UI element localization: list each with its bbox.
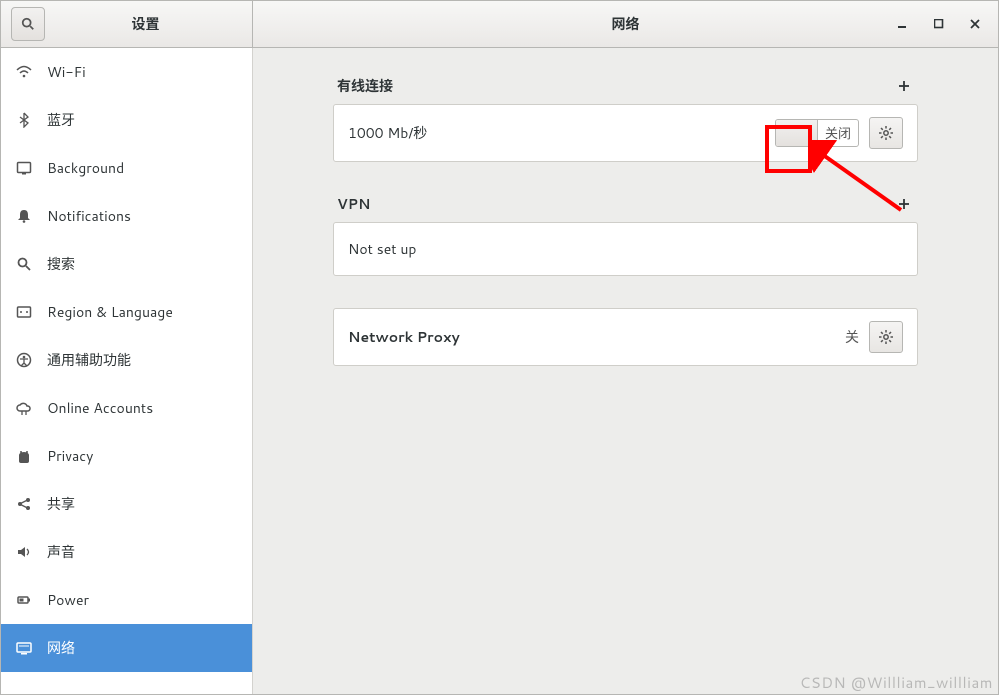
titlebar-left: 设置 xyxy=(1,1,253,47)
wired-section-title: 有线连接 xyxy=(337,76,894,96)
vpn-section-title: VPN xyxy=(337,194,894,214)
sidebar-item-label: Online Accounts xyxy=(47,398,153,418)
titlebar-search-button[interactable] xyxy=(11,7,45,41)
proxy-settings-button[interactable] xyxy=(869,321,903,353)
titlebar-right: 网络 xyxy=(253,1,998,47)
sound-icon xyxy=(15,543,33,561)
accessibility-icon xyxy=(15,351,33,369)
wired-toggle-switch[interactable]: 关闭 xyxy=(775,119,859,147)
minimize-icon xyxy=(898,19,908,29)
sidebar-item-label: 搜索 xyxy=(47,254,75,274)
sidebar-item-label: 共享 xyxy=(47,494,75,514)
sidebar-item-label: Notifications xyxy=(47,206,131,226)
vpn-section-header: VPN xyxy=(333,194,918,214)
sidebar-item-label: Privacy xyxy=(47,446,93,466)
gear-icon xyxy=(878,329,894,345)
proxy-status: 关 xyxy=(845,327,859,347)
settings-window: 设置 网络 Wi-Fi xyxy=(0,0,999,695)
sidebar-item-notifications[interactable]: Notifications xyxy=(1,192,252,240)
sidebar-item-label: Wi-Fi xyxy=(47,62,86,82)
sidebar-item-label: Region & Language xyxy=(47,302,173,322)
wired-settings-button[interactable] xyxy=(869,117,903,149)
sidebar: Wi-Fi 蓝牙 Background Notifications 搜索 Reg… xyxy=(1,48,253,694)
background-icon xyxy=(15,159,33,177)
sidebar-item-network[interactable]: 网络 xyxy=(1,624,252,672)
sidebar-item-label: 通用辅助功能 xyxy=(47,350,131,370)
sidebar-item-sharing[interactable]: 共享 xyxy=(1,480,252,528)
sidebar-item-background[interactable]: Background xyxy=(1,144,252,192)
sidebar-item-sound[interactable]: 声音 xyxy=(1,528,252,576)
proxy-row: Network Proxy 关 xyxy=(334,309,917,365)
proxy-label: Network Proxy xyxy=(348,327,845,347)
bluetooth-icon xyxy=(15,111,33,129)
proxy-panel: Network Proxy 关 xyxy=(333,308,918,366)
maximize-icon xyxy=(934,19,944,29)
wired-add-button[interactable] xyxy=(894,76,914,96)
switch-off-label: 关闭 xyxy=(818,120,858,146)
wired-panel: 1000 Mb/秒 关闭 xyxy=(333,104,918,162)
share-icon xyxy=(15,495,33,513)
plus-icon xyxy=(898,80,910,92)
power-icon xyxy=(15,591,33,609)
sidebar-item-search[interactable]: 搜索 xyxy=(1,240,252,288)
region-icon xyxy=(15,303,33,321)
bell-icon xyxy=(15,207,33,225)
sidebar-item-label: 网络 xyxy=(47,638,75,658)
vpn-status-label: Not set up xyxy=(348,239,903,259)
sidebar-item-label: Background xyxy=(47,158,124,178)
sidebar-item-accessibility[interactable]: 通用辅助功能 xyxy=(1,336,252,384)
sidebar-item-online-accounts[interactable]: Online Accounts xyxy=(1,384,252,432)
privacy-icon xyxy=(15,447,33,465)
sidebar-item-wifi[interactable]: Wi-Fi xyxy=(1,48,252,96)
wired-connection-row: 1000 Mb/秒 关闭 xyxy=(334,105,917,161)
sidebar-item-privacy[interactable]: Privacy xyxy=(1,432,252,480)
wired-section-header: 有线连接 xyxy=(333,76,918,96)
search-icon xyxy=(21,17,35,31)
titlebar-right-title: 网络 xyxy=(253,14,998,34)
titlebar: 设置 网络 xyxy=(1,1,998,48)
cloud-icon xyxy=(15,399,33,417)
sidebar-item-label: 声音 xyxy=(47,542,75,562)
titlebar-left-title: 设置 xyxy=(45,14,246,34)
vpn-row: Not set up xyxy=(334,223,917,275)
sidebar-item-label: Power xyxy=(47,590,89,610)
gear-icon xyxy=(878,125,894,141)
plus-icon xyxy=(898,198,910,210)
wired-speed-label: 1000 Mb/秒 xyxy=(348,123,775,143)
sidebar-item-label: 蓝牙 xyxy=(47,110,75,130)
sidebar-item-bluetooth[interactable]: 蓝牙 xyxy=(1,96,252,144)
vpn-panel: Not set up xyxy=(333,222,918,276)
body: Wi-Fi 蓝牙 Background Notifications 搜索 Reg… xyxy=(1,48,998,694)
window-close-button[interactable] xyxy=(966,15,984,33)
switch-knob xyxy=(776,120,818,146)
window-controls xyxy=(894,15,998,33)
content-area: 有线连接 1000 Mb/秒 关闭 xyxy=(253,48,998,694)
search-icon xyxy=(15,255,33,273)
sidebar-item-region[interactable]: Region & Language xyxy=(1,288,252,336)
network-icon xyxy=(15,639,33,657)
vpn-add-button[interactable] xyxy=(894,194,914,214)
window-maximize-button[interactable] xyxy=(930,15,948,33)
close-icon xyxy=(970,19,980,29)
sidebar-item-power[interactable]: Power xyxy=(1,576,252,624)
window-minimize-button[interactable] xyxy=(894,15,912,33)
wifi-icon xyxy=(15,63,33,81)
